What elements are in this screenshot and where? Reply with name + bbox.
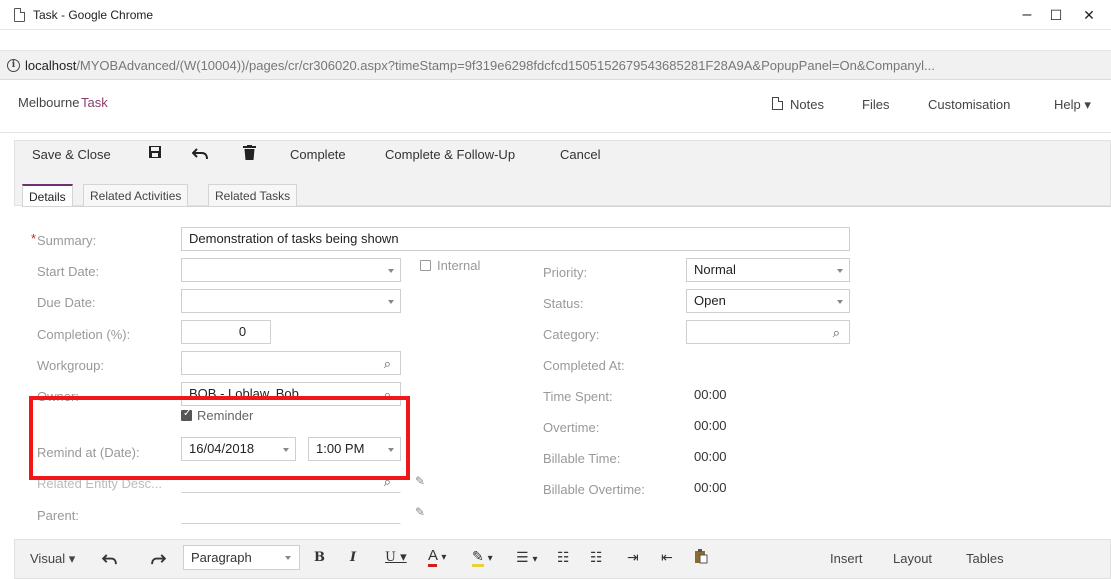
related-entity-input[interactable]: ⌕	[181, 469, 401, 493]
search-icon[interactable]: ⌕	[384, 356, 391, 372]
redo-icon[interactable]	[151, 552, 167, 568]
help-menu[interactable]: Help ▾	[1054, 97, 1091, 113]
company-name[interactable]: Melbourne	[18, 95, 79, 110]
info-icon[interactable]: i	[7, 59, 20, 72]
internal-checkbox[interactable]	[420, 260, 431, 271]
numbered-list-icon[interactable]: ☷	[557, 549, 570, 566]
chevron-down-icon[interactable]	[388, 269, 394, 273]
priority-select[interactable]: Normal	[686, 258, 850, 282]
start-date-input[interactable]	[181, 258, 401, 282]
underline-icon[interactable]: U ▾	[385, 550, 407, 565]
save-close-button[interactable]: Save & Close	[32, 147, 111, 162]
reminder-label: Reminder	[197, 408, 254, 423]
tables-menu[interactable]: Tables	[966, 551, 1004, 566]
search-icon[interactable]: ⌕	[384, 387, 391, 403]
category-label: Category:	[543, 327, 600, 342]
address-bar[interactable]: i localhost/MYOBAdvanced/(W(10004))/page…	[0, 50, 1111, 80]
related-entity-label: Related Entity Desc...	[37, 476, 162, 491]
billable-overtime-label: Billable Overtime:	[543, 482, 645, 497]
overtime-label: Overtime:	[543, 420, 600, 435]
delete-icon[interactable]	[243, 145, 256, 165]
time-spent-label: Time Spent:	[543, 389, 613, 404]
maximize-button[interactable]: ☐	[1041, 4, 1071, 26]
highlight-color-icon[interactable]: ✎ ▾	[472, 548, 493, 567]
pencil-icon[interactable]: ✎	[415, 505, 425, 519]
paste-icon[interactable]	[694, 549, 708, 567]
tab-related-tasks[interactable]: Related Tasks	[208, 184, 298, 207]
screen-title: Task	[81, 95, 108, 110]
chevron-down-icon[interactable]	[388, 448, 394, 452]
visual-mode-menu[interactable]: Visual ▾	[30, 551, 75, 567]
status-label: Status:	[543, 296, 584, 311]
due-date-label: Due Date:	[37, 295, 96, 310]
summary-label: Summary:	[31, 231, 96, 248]
complete-button[interactable]: Complete	[290, 147, 346, 162]
save-icon[interactable]	[148, 145, 162, 163]
undo-icon[interactable]	[101, 552, 117, 568]
completed-at-label: Completed At:	[543, 358, 625, 373]
layout-menu[interactable]: Layout	[893, 551, 932, 566]
billable-overtime-value: 00:00	[694, 480, 727, 495]
search-icon[interactable]: ⌕	[384, 474, 391, 490]
chevron-down-icon[interactable]	[837, 300, 843, 304]
summary-input[interactable]: Demonstration of tasks being shown	[181, 227, 850, 251]
complete-follow-up-button[interactable]: Complete & Follow-Up	[385, 147, 515, 162]
insert-menu[interactable]: Insert	[830, 551, 863, 566]
workgroup-label: Workgroup:	[37, 358, 104, 373]
internal-label: Internal	[437, 258, 481, 273]
chevron-down-icon[interactable]	[283, 448, 289, 452]
pencil-icon[interactable]: ✎	[415, 474, 425, 488]
start-date-label: Start Date:	[37, 264, 100, 279]
parent-label: Parent:	[37, 508, 79, 523]
page-icon	[14, 8, 25, 22]
app-header: Melbourne Task Notes Files Customisation…	[0, 81, 1111, 133]
customisation-link[interactable]: Customisation	[928, 97, 1010, 112]
files-link[interactable]: Files	[862, 97, 889, 112]
due-date-input[interactable]	[181, 289, 401, 313]
status-select[interactable]: Open	[686, 289, 850, 313]
chevron-down-icon[interactable]	[285, 556, 291, 560]
search-icon[interactable]: ⌕	[833, 325, 840, 341]
tab-details[interactable]: Details	[22, 184, 73, 207]
italic-icon[interactable]: I	[350, 550, 356, 565]
time-spent-value: 00:00	[694, 387, 727, 402]
tab-related-activities[interactable]: Related Activities	[83, 184, 189, 207]
outdent-icon[interactable]: ⇤	[661, 549, 673, 566]
overtime-value: 00:00	[694, 418, 727, 433]
align-icon[interactable]: ☰ ▾	[516, 549, 537, 566]
url-text[interactable]: localhost/MYOBAdvanced/(W(10004))/pages/…	[25, 58, 1105, 73]
completion-label: Completion (%):	[37, 327, 131, 342]
remind-date-input[interactable]: 16/04/2018	[181, 437, 296, 461]
notes-link[interactable]: Notes	[790, 97, 824, 112]
priority-label: Priority:	[543, 265, 588, 280]
chevron-down-icon[interactable]	[837, 269, 843, 273]
indent-icon[interactable]: ⇥	[627, 549, 639, 566]
chevron-down-icon[interactable]	[388, 300, 394, 304]
owner-input[interactable]: BOB - Loblaw, Bob ⌕	[181, 382, 401, 406]
cancel-button[interactable]: Cancel	[560, 147, 600, 162]
minimize-button[interactable]: –	[1012, 4, 1042, 26]
paragraph-format-select[interactable]: Paragraph	[183, 545, 300, 570]
bullet-list-icon[interactable]: ☷	[590, 549, 603, 566]
window-titlebar: Task - Google Chrome – ☐ ✕	[0, 0, 1111, 30]
window-title: Task - Google Chrome	[33, 8, 154, 22]
billable-time-value: 00:00	[694, 449, 727, 464]
notes-icon[interactable]	[772, 97, 783, 110]
category-input[interactable]: ⌕	[686, 320, 850, 344]
parent-input[interactable]	[181, 500, 401, 524]
reminder-checkbox[interactable]	[181, 408, 192, 421]
completion-input[interactable]: 0	[181, 320, 271, 344]
undo-icon[interactable]	[191, 147, 208, 164]
workgroup-input[interactable]: ⌕	[181, 351, 401, 375]
billable-time-label: Billable Time:	[543, 451, 621, 466]
remind-time-input[interactable]: 1:00 PM	[308, 437, 401, 461]
font-color-icon[interactable]: A ▾	[428, 547, 446, 567]
close-window-button[interactable]: ✕	[1074, 4, 1104, 26]
remind-at-label: Remind at (Date):	[37, 445, 140, 460]
owner-label: Owner:	[37, 389, 79, 404]
bold-icon[interactable]: B	[314, 550, 325, 565]
